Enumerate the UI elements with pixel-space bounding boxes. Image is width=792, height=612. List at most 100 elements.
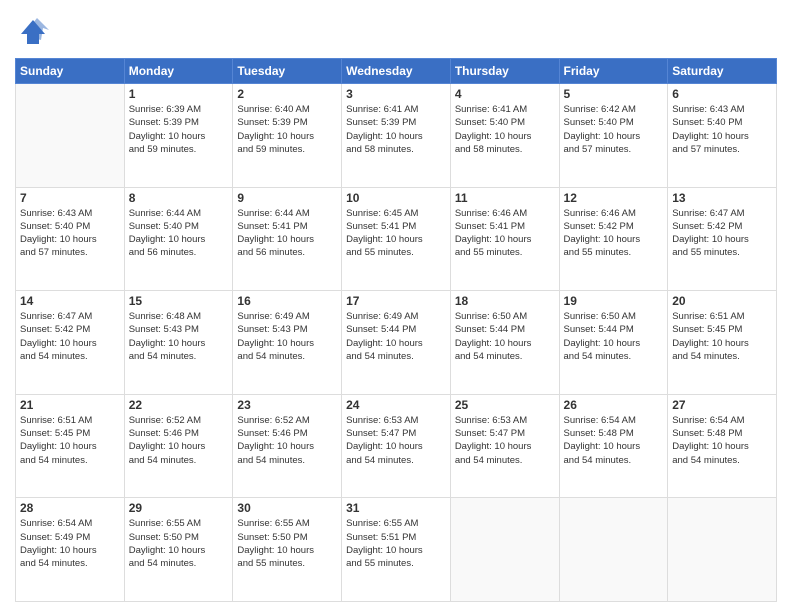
day-number: 31: [346, 501, 446, 515]
calendar-week-3: 21 Sunrise: 6:51 AMSunset: 5:45 PMDayligh…: [16, 394, 777, 498]
cell-content: Sunrise: 6:45 AMSunset: 5:41 PMDaylight:…: [346, 207, 446, 260]
cell-content: Sunrise: 6:49 AMSunset: 5:43 PMDaylight:…: [237, 310, 337, 363]
calendar-cell: 20Sunrise: 6:51 AMSunset: 5:45 PMDayligh…: [668, 291, 777, 395]
cell-content: Sunrise: 6:44 AMSunset: 5:41 PMDaylight:…: [237, 207, 337, 260]
cell-content: Sunrise: 6:54 AMSunset: 5:48 PMDaylight:…: [672, 414, 772, 467]
calendar-cell: 3Sunrise: 6:41 AMSunset: 5:39 PMDaylight…: [342, 84, 451, 188]
calendar-table: SundayMondayTuesdayWednesdayThursdayFrid…: [15, 58, 777, 602]
col-header-tuesday: Tuesday: [233, 59, 342, 84]
calendar-cell: 10 Sunrise: 6:45 AMSunset: 5:41 PMDayligh…: [342, 187, 451, 291]
cell-content: Sunrise: 6:43 AMSunset: 5:40 PMDaylight:…: [672, 103, 772, 156]
cell-content: Sunrise: 6:55 AMSunset: 5:50 PMDaylight:…: [237, 517, 337, 570]
cell-content: Sunrise: 6:54 AMSunset: 5:48 PMDaylight:…: [564, 414, 664, 467]
day-number: 16: [237, 294, 337, 308]
cell-content: Sunrise: 6:46 AMSunset: 5:41 PMDaylight:…: [455, 207, 555, 260]
calendar-cell: [559, 498, 668, 602]
cell-content: Sunrise: 6:51 AMSunset: 5:45 PMDaylight:…: [20, 414, 120, 467]
cell-content: Sunrise: 6:40 AMSunset: 5:39 PMDaylight:…: [237, 103, 337, 156]
day-number: 6: [672, 87, 772, 101]
day-number: 4: [455, 87, 555, 101]
day-number: 24: [346, 398, 446, 412]
day-number: 5: [564, 87, 664, 101]
header: [15, 10, 777, 50]
day-number: 20: [672, 294, 772, 308]
calendar-cell: 8Sunrise: 6:44 AMSunset: 5:40 PMDaylight…: [124, 187, 233, 291]
cell-content: Sunrise: 6:41 AMSunset: 5:40 PMDaylight:…: [455, 103, 555, 156]
cell-content: Sunrise: 6:39 AMSunset: 5:39 PMDaylight:…: [129, 103, 229, 156]
page: SundayMondayTuesdayWednesdayThursdayFrid…: [0, 0, 792, 612]
col-header-sunday: Sunday: [16, 59, 125, 84]
day-number: 2: [237, 87, 337, 101]
day-number: 26: [564, 398, 664, 412]
calendar-cell: 9 Sunrise: 6:44 AMSunset: 5:41 PMDaylight…: [233, 187, 342, 291]
calendar-cell: 15 Sunrise: 6:48 AMSunset: 5:43 PMDayligh…: [124, 291, 233, 395]
calendar-cell: 26 Sunrise: 6:54 AMSunset: 5:48 PMDayligh…: [559, 394, 668, 498]
calendar-cell: 6 Sunrise: 6:43 AMSunset: 5:40 PMDaylight…: [668, 84, 777, 188]
calendar-cell: 23 Sunrise: 6:52 AMSunset: 5:46 PMDayligh…: [233, 394, 342, 498]
day-number: 11: [455, 191, 555, 205]
cell-content: Sunrise: 6:53 AMSunset: 5:47 PMDaylight:…: [346, 414, 446, 467]
cell-content: Sunrise: 6:52 AMSunset: 5:46 PMDaylight:…: [129, 414, 229, 467]
calendar-cell: 28Sunrise: 6:54 AMSunset: 5:49 PMDayligh…: [16, 498, 125, 602]
calendar-cell: 27 Sunrise: 6:54 AMSunset: 5:48 PMDayligh…: [668, 394, 777, 498]
day-number: 27: [672, 398, 772, 412]
calendar-cell: 30Sunrise: 6:55 AMSunset: 5:50 PMDayligh…: [233, 498, 342, 602]
calendar-week-1: 7Sunrise: 6:43 AMSunset: 5:40 PMDaylight…: [16, 187, 777, 291]
calendar-cell: 19 Sunrise: 6:50 AMSunset: 5:44 PMDayligh…: [559, 291, 668, 395]
cell-content: Sunrise: 6:52 AMSunset: 5:46 PMDaylight:…: [237, 414, 337, 467]
cell-content: Sunrise: 6:46 AMSunset: 5:42 PMDaylight:…: [564, 207, 664, 260]
day-number: 18: [455, 294, 555, 308]
calendar-cell: 25 Sunrise: 6:53 AMSunset: 5:47 PMDayligh…: [450, 394, 559, 498]
day-number: 23: [237, 398, 337, 412]
cell-content: Sunrise: 6:47 AMSunset: 5:42 PMDaylight:…: [672, 207, 772, 260]
day-number: 15: [129, 294, 229, 308]
cell-content: Sunrise: 6:55 AMSunset: 5:50 PMDaylight:…: [129, 517, 229, 570]
calendar-cell: 5 Sunrise: 6:42 AMSunset: 5:40 PMDaylight…: [559, 84, 668, 188]
day-number: 17: [346, 294, 446, 308]
day-number: 29: [129, 501, 229, 515]
day-number: 10: [346, 191, 446, 205]
logo: [15, 14, 55, 50]
day-number: 22: [129, 398, 229, 412]
col-header-saturday: Saturday: [668, 59, 777, 84]
calendar-cell: 29 Sunrise: 6:55 AMSunset: 5:50 PMDayligh…: [124, 498, 233, 602]
calendar-cell: 17 Sunrise: 6:49 AMSunset: 5:44 PMDayligh…: [342, 291, 451, 395]
calendar-cell: [450, 498, 559, 602]
calendar-cell: 7Sunrise: 6:43 AMSunset: 5:40 PMDaylight…: [16, 187, 125, 291]
calendar-cell: 16 Sunrise: 6:49 AMSunset: 5:43 PMDayligh…: [233, 291, 342, 395]
cell-content: Sunrise: 6:48 AMSunset: 5:43 PMDaylight:…: [129, 310, 229, 363]
cell-content: Sunrise: 6:50 AMSunset: 5:44 PMDaylight:…: [564, 310, 664, 363]
calendar-cell: 21 Sunrise: 6:51 AMSunset: 5:45 PMDayligh…: [16, 394, 125, 498]
day-number: 7: [20, 191, 120, 205]
cell-content: Sunrise: 6:47 AMSunset: 5:42 PMDaylight:…: [20, 310, 120, 363]
col-header-monday: Monday: [124, 59, 233, 84]
calendar-cell: [668, 498, 777, 602]
col-header-friday: Friday: [559, 59, 668, 84]
cell-content: Sunrise: 6:53 AMSunset: 5:47 PMDaylight:…: [455, 414, 555, 467]
day-number: 21: [20, 398, 120, 412]
calendar-cell: 11 Sunrise: 6:46 AMSunset: 5:41 PMDayligh…: [450, 187, 559, 291]
day-number: 12: [564, 191, 664, 205]
day-number: 19: [564, 294, 664, 308]
calendar-cell: 18 Sunrise: 6:50 AMSunset: 5:44 PMDayligh…: [450, 291, 559, 395]
cell-content: Sunrise: 6:49 AMSunset: 5:44 PMDaylight:…: [346, 310, 446, 363]
cell-content: Sunrise: 6:44 AMSunset: 5:40 PMDaylight:…: [129, 207, 229, 260]
calendar-cell: 31 Sunrise: 6:55 AMSunset: 5:51 PMDayligh…: [342, 498, 451, 602]
cell-content: Sunrise: 6:42 AMSunset: 5:40 PMDaylight:…: [564, 103, 664, 156]
day-number: 13: [672, 191, 772, 205]
cell-content: Sunrise: 6:55 AMSunset: 5:51 PMDaylight:…: [346, 517, 446, 570]
day-number: 9: [237, 191, 337, 205]
calendar-week-2: 14 Sunrise: 6:47 AMSunset: 5:42 PMDayligh…: [16, 291, 777, 395]
cell-content: Sunrise: 6:50 AMSunset: 5:44 PMDaylight:…: [455, 310, 555, 363]
col-header-thursday: Thursday: [450, 59, 559, 84]
day-number: 14: [20, 294, 120, 308]
calendar-cell: [16, 84, 125, 188]
calendar-week-0: 1Sunrise: 6:39 AMSunset: 5:39 PMDaylight…: [16, 84, 777, 188]
calendar-cell: 4 Sunrise: 6:41 AMSunset: 5:40 PMDaylight…: [450, 84, 559, 188]
col-header-wednesday: Wednesday: [342, 59, 451, 84]
calendar-cell: 12 Sunrise: 6:46 AMSunset: 5:42 PMDayligh…: [559, 187, 668, 291]
day-number: 25: [455, 398, 555, 412]
cell-content: Sunrise: 6:54 AMSunset: 5:49 PMDaylight:…: [20, 517, 120, 570]
cell-content: Sunrise: 6:41 AMSunset: 5:39 PMDaylight:…: [346, 103, 446, 156]
calendar-cell: 24 Sunrise: 6:53 AMSunset: 5:47 PMDayligh…: [342, 394, 451, 498]
